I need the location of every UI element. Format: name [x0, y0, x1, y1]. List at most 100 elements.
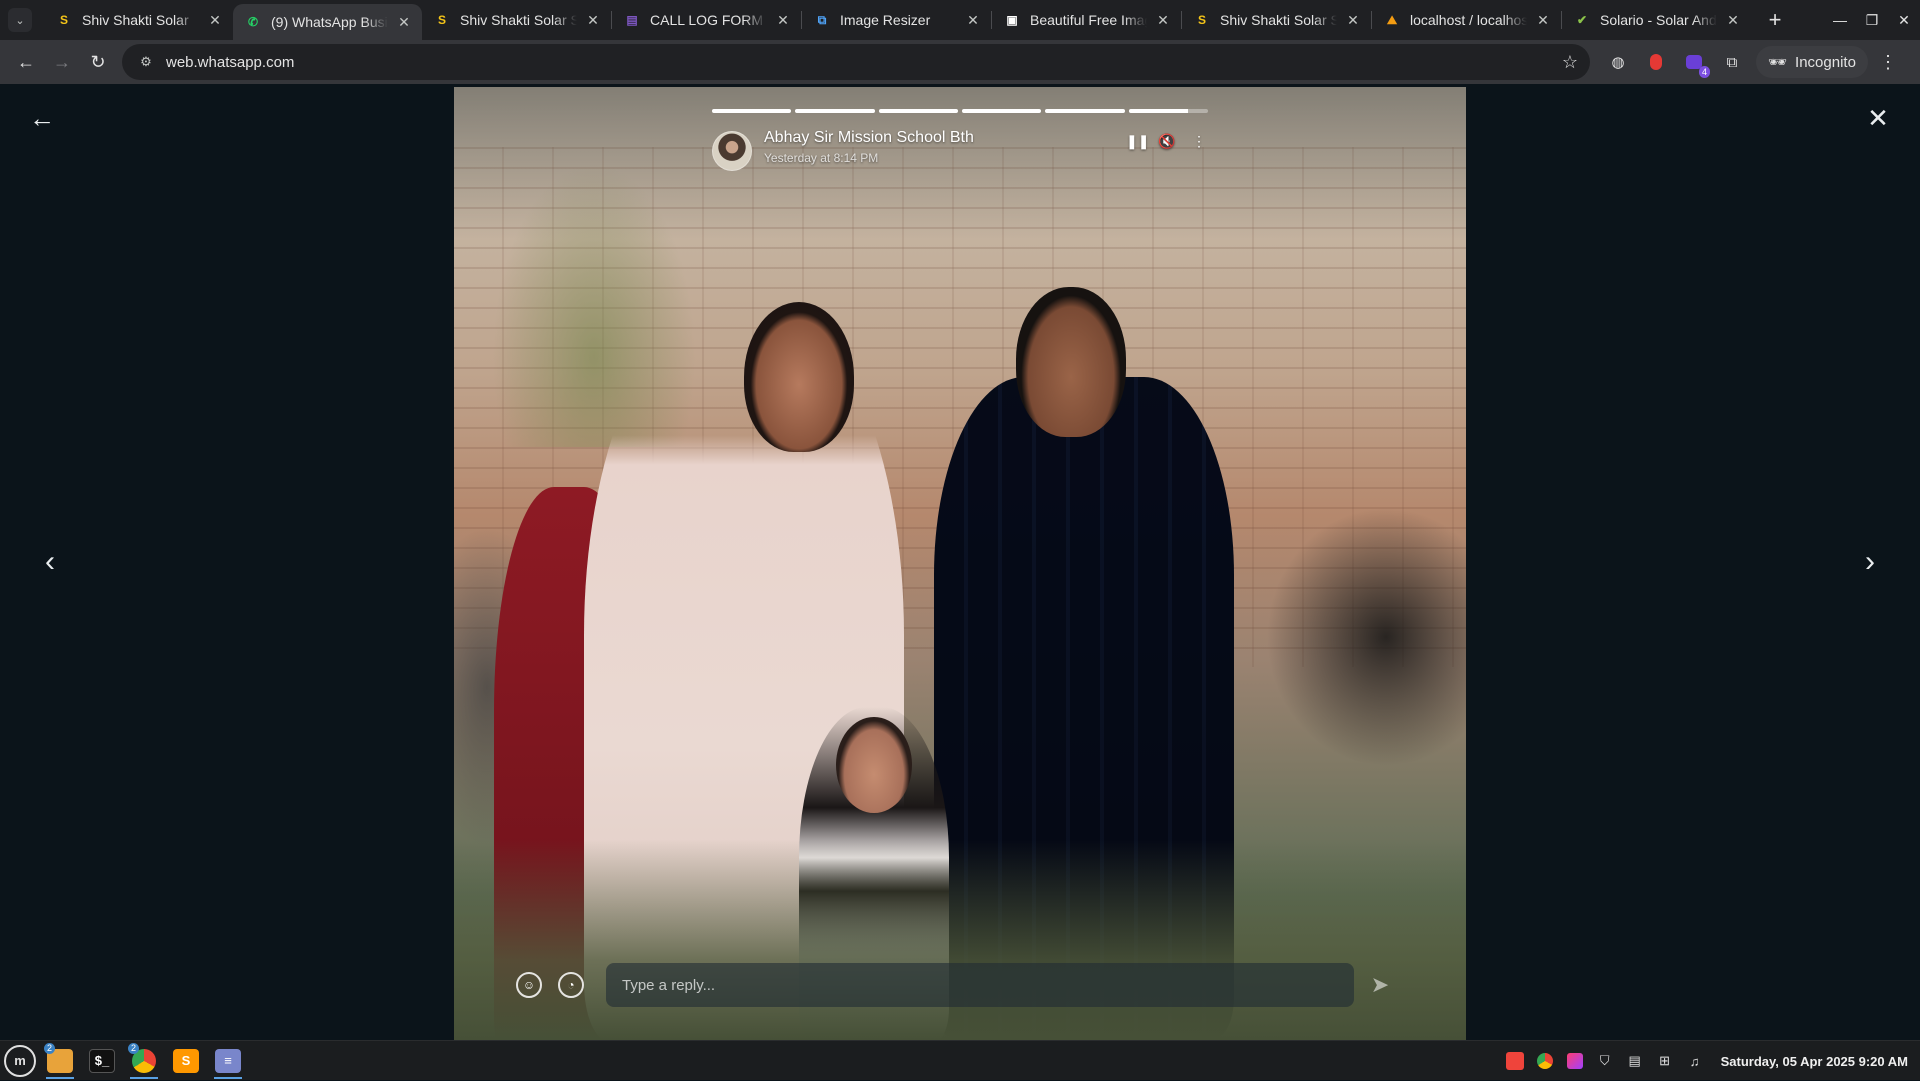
back-arrow-icon[interactable]: ← — [28, 103, 56, 133]
status-time: Yesterday at 8:14 PM — [764, 151, 879, 165]
forward-button[interactable]: → — [44, 44, 80, 80]
mute-icon[interactable]: 🔇 — [1158, 133, 1176, 150]
terminal-app[interactable]: $_ — [84, 1043, 120, 1079]
tab-favicon-icon: ⛰ — [1386, 12, 1398, 27]
url-text[interactable]: web.whatsapp.com — [166, 54, 1562, 71]
sublime-icon: S — [173, 1048, 199, 1073]
tab-close-icon[interactable]: ✕ — [1155, 12, 1171, 28]
more-options-icon[interactable]: ⋮ — [1190, 133, 1208, 150]
bookmark-star-icon[interactable]: ☆ — [1562, 52, 1578, 73]
browser-tab[interactable]: ▤ CALL LOG FORM ✕ — [612, 0, 801, 40]
status-viewer: ← ✕ ‹ › Abhay Sir Mission School Bth Yes… — [0, 84, 1920, 1040]
tab-favicon-icon: S — [437, 13, 446, 27]
browser-tab[interactable]: S Shiv Shakti Solar ✕ — [44, 0, 233, 40]
browser-tab[interactable]: ▣ Beautiful Free Images ✕ — [992, 0, 1181, 40]
purple-extension-icon[interactable]: 4 — [1680, 48, 1710, 78]
extension-icons: ◍ 4 ⧉ — [1604, 48, 1746, 78]
tab-title: localhost / localhost — [1410, 12, 1527, 28]
browser-tab[interactable]: S Shiv Shakti Solar Solutions ✕ — [422, 0, 611, 40]
tab-close-icon[interactable]: ✕ — [1535, 12, 1551, 28]
tab-title: (9) WhatsApp Business — [271, 14, 388, 30]
browser-tab[interactable]: S Shiv Shakti Solar Solutions ✕ — [1182, 0, 1371, 40]
progress-fill — [712, 109, 792, 113]
text-editor-app[interactable]: ≡ — [210, 1043, 246, 1079]
site-info-icon[interactable]: ⚙ — [134, 50, 158, 74]
browser-tab[interactable]: ⧉ Image Resizer ✕ — [802, 0, 991, 40]
close-viewer-icon[interactable]: ✕ — [1864, 103, 1892, 133]
tab-close-icon[interactable]: ✕ — [1345, 12, 1361, 28]
back-button[interactable]: ← — [8, 44, 44, 80]
avatar[interactable] — [712, 131, 752, 171]
tab-favicon-icon: ✔ — [1576, 13, 1588, 27]
address-bar[interactable]: ⚙ web.whatsapp.com ☆ — [122, 44, 1590, 80]
close-window-icon[interactable]: ✕ — [1888, 4, 1920, 36]
tab-title: Solario - Solar And Renewable — [1600, 12, 1717, 28]
emoji-icon[interactable]: ☺ — [516, 972, 542, 998]
tab-title: Shiv Shakti Solar — [82, 12, 189, 28]
progress-segment — [712, 109, 792, 113]
minimize-icon[interactable]: — — [1824, 4, 1856, 36]
cube-tray-icon[interactable] — [1565, 1051, 1585, 1071]
tab-list: S Shiv Shakti Solar ✕ ✆ (9) WhatsApp Busines… — [44, 0, 1751, 40]
tab-title: Shiv Shakti Solar Solutions — [460, 12, 577, 28]
tab-close-icon[interactable]: ✕ — [207, 12, 223, 28]
progress-segment — [961, 109, 1042, 113]
terminal-icon: $_ — [89, 1048, 115, 1073]
reply-bar: ☺ ◔ ➤ — [516, 963, 1396, 1007]
restore-icon[interactable]: ❐ — [1856, 4, 1888, 36]
tab-strip: ⌄ S Shiv Shakti Solar ✕ ✆ (9) WhatsApp Busin… — [0, 0, 1920, 40]
chrome-app[interactable]: 2 — [126, 1042, 162, 1079]
tab-title: CALL LOG FORM — [650, 12, 764, 28]
tab-search-button[interactable]: ⌄ — [8, 8, 32, 32]
send-icon[interactable]: ➤ — [1364, 969, 1396, 1001]
sticker-icon[interactable]: ◔ — [558, 972, 584, 998]
sound-icon[interactable]: ♫ — [1685, 1051, 1705, 1071]
globe-extension-icon[interactable]: ◍ — [1604, 48, 1632, 76]
extension-badge: 4 — [1698, 66, 1710, 78]
anydesk-icon[interactable] — [1505, 1051, 1525, 1071]
system-tray: ⛉ ▤ ⊞ ♫ Saturday, 05 Apr 2025 9:20 AM — [1505, 1041, 1908, 1081]
tab-title: Image Resizer — [840, 12, 931, 28]
clipboard-icon[interactable]: ▤ — [1625, 1051, 1645, 1071]
browser-tab[interactable]: ✔ Solario - Solar And Renewable ✕ — [1562, 0, 1751, 40]
chrome-tray-icon[interactable] — [1535, 1051, 1555, 1071]
new-tab-button[interactable]: + — [1761, 6, 1789, 34]
previous-status-icon[interactable]: ‹ — [36, 544, 64, 580]
files-app[interactable]: 2 — [42, 1042, 78, 1079]
status-author[interactable]: Abhay Sir Mission School Bth — [764, 127, 1126, 149]
start-menu-icon[interactable]: m — [4, 1044, 36, 1077]
next-status-icon[interactable]: › — [1856, 544, 1884, 580]
tab-close-icon[interactable]: ✕ — [585, 12, 601, 28]
tab-close-icon[interactable]: ✕ — [1725, 12, 1741, 28]
progress-fill — [961, 109, 1042, 113]
incognito-chip[interactable]: 🕶 Incognito — [1756, 46, 1868, 78]
incognito-label: Incognito — [1795, 53, 1856, 71]
reply-input[interactable] — [606, 963, 1354, 1007]
browser-toolbar: ← → ↻ ⚙ web.whatsapp.com ☆ ◍ 4 ⧉ 🕶 Incog… — [0, 40, 1920, 84]
tab-close-icon[interactable]: ✕ — [965, 12, 981, 28]
shield-icon[interactable]: ⛉ — [1595, 1051, 1615, 1071]
clock[interactable]: Saturday, 05 Apr 2025 9:20 AM — [1721, 1054, 1908, 1069]
browser-menu-icon[interactable]: ⋮ — [1876, 52, 1900, 73]
status-meta: Abhay Sir Mission School Bth Yesterday a… — [764, 127, 1126, 167]
sublime-app[interactable]: S — [168, 1043, 204, 1079]
tab-favicon-icon: S — [59, 13, 68, 27]
status-photo[interactable]: Abhay Sir Mission School Bth Yesterday a… — [454, 87, 1466, 1040]
taskbar: m 2 $_ 2 S ≡ ⛉ ▤ ⊞ ♫ Saturday, 05 Apr 20… — [0, 1040, 1920, 1080]
browser-tab[interactable]: ✆ (9) WhatsApp Business ✕ — [233, 4, 422, 40]
progress-segment — [1128, 109, 1208, 113]
extensions-puzzle-icon[interactable]: ⧉ — [1718, 48, 1746, 76]
photo-woman-head — [744, 302, 854, 452]
network-icon[interactable]: ⊞ — [1655, 1051, 1675, 1071]
pause-icon[interactable]: ❚❚ — [1126, 133, 1149, 150]
tab-close-icon[interactable]: ✕ — [775, 12, 791, 28]
reload-button[interactable]: ↻ — [80, 44, 116, 80]
red-extension-icon[interactable] — [1642, 48, 1670, 76]
browser-tab[interactable]: ⛰ localhost / localhost ✕ — [1372, 0, 1561, 40]
tab-close-icon[interactable]: ✕ — [396, 14, 412, 30]
window-controls: — ❐ ✕ — [1824, 0, 1920, 40]
photo-man-head — [1016, 287, 1126, 437]
text-editor-icon: ≡ — [215, 1048, 241, 1073]
files-window-count: 2 — [44, 1042, 56, 1054]
tab-favicon-icon: ⧉ — [817, 12, 827, 27]
